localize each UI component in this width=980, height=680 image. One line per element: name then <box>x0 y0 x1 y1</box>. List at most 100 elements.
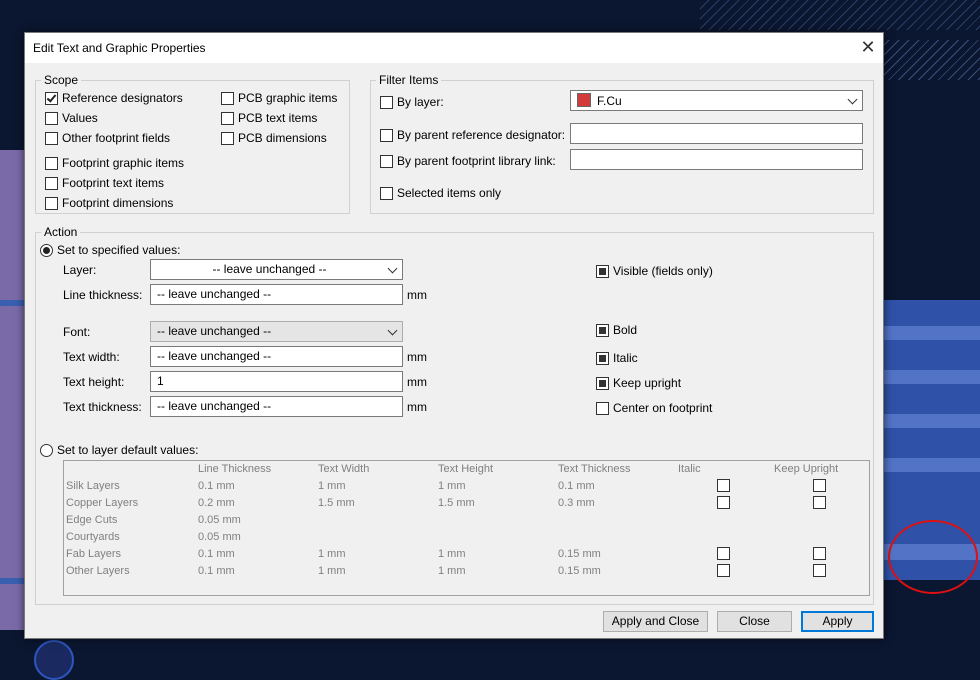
bold-checkbox[interactable]: Bold <box>596 323 637 337</box>
cell: 1 mm <box>318 565 346 577</box>
scope-pcb-graphic-items[interactable]: PCB graphic items <box>221 91 337 105</box>
filter-by-layer[interactable]: By layer: <box>380 95 444 109</box>
radio-button[interactable] <box>40 243 53 257</box>
row-name: Edge Cuts <box>66 514 118 526</box>
text-thickness-input[interactable]: -- leave unchanged -- <box>150 396 403 417</box>
italic-cell-checkbox[interactable] <box>717 479 730 492</box>
pcb-pad <box>884 458 980 472</box>
italic-checkbox[interactable]: Italic <box>596 351 638 365</box>
checkbox[interactable] <box>221 91 234 105</box>
pcb-board-area <box>0 150 24 630</box>
filter-by-parent-ref[interactable]: By parent reference designator: <box>380 128 565 142</box>
cell: 0.1 mm <box>198 548 235 560</box>
checkbox[interactable] <box>221 111 234 125</box>
set-defaults-radio[interactable]: Set to layer default values: <box>40 443 198 457</box>
action-label: Action <box>41 225 81 239</box>
checkbox-label: Bold <box>613 323 638 337</box>
scope-footprint-graphic-items[interactable]: Footprint graphic items <box>45 156 184 170</box>
checkbox[interactable] <box>596 401 609 415</box>
center-on-footprint-checkbox[interactable]: Center on footprint <box>596 401 712 415</box>
column-header: Text Height <box>438 463 494 475</box>
checkbox-label: By layer: <box>397 95 444 109</box>
cell: 1 mm <box>438 548 466 560</box>
checkbox-label: PCB dimensions <box>238 131 327 145</box>
italic-cell-checkbox[interactable] <box>717 496 730 509</box>
checkbox-label: Other footprint fields <box>62 131 171 145</box>
visible-checkbox[interactable]: Visible (fields only) <box>596 264 713 278</box>
text-width-input[interactable]: -- leave unchanged -- <box>150 346 403 367</box>
pcb-via <box>34 640 74 680</box>
checkbox[interactable] <box>45 91 58 105</box>
apply-button[interactable]: Apply <box>801 611 874 632</box>
checkbox-label: Center on footprint <box>613 401 713 415</box>
radio-label: Set to specified values: <box>57 243 181 257</box>
checkbox[interactable] <box>596 376 609 390</box>
keep-upright-checkbox[interactable]: Keep upright <box>596 376 681 390</box>
checkbox[interactable] <box>380 95 393 109</box>
apply-and-close-button[interactable]: Apply and Close <box>603 611 708 632</box>
cell: 1.5 mm <box>318 497 355 509</box>
checkbox-label: Keep upright <box>613 376 682 390</box>
layer-select[interactable]: -- leave unchanged -- <box>150 259 403 280</box>
checkbox[interactable] <box>45 176 58 190</box>
cell: 0.3 mm <box>558 497 595 509</box>
text-height-label: Text height: <box>63 375 125 389</box>
cell: 0.15 mm <box>558 565 601 577</box>
set-specified-radio[interactable]: Set to specified values: <box>40 243 180 257</box>
filter-selected-only[interactable]: Selected items only <box>380 186 501 200</box>
checkbox[interactable] <box>45 196 58 210</box>
checkbox-label: By parent footprint library link: <box>397 154 556 168</box>
scope-other-footprint-fields[interactable]: Other footprint fields <box>45 131 170 145</box>
checkbox-label: Selected items only <box>397 186 502 200</box>
text-height-input[interactable]: 1 <box>150 371 403 392</box>
scope-reference-designators[interactable]: Reference designators <box>45 91 183 105</box>
scope-values[interactable]: Values <box>45 111 98 125</box>
filter-layer-select[interactable]: F.Cu <box>570 90 863 111</box>
checkbox[interactable] <box>380 128 393 142</box>
cell: 1 mm <box>318 548 346 560</box>
upright-cell-checkbox[interactable] <box>813 564 826 577</box>
upright-cell-checkbox[interactable] <box>813 479 826 492</box>
scope-footprint-text-items[interactable]: Footprint text items <box>45 176 164 190</box>
scope-pcb-text-items[interactable]: PCB text items <box>221 111 317 125</box>
scope-label: Scope <box>41 73 82 87</box>
line-thickness-input[interactable]: -- leave unchanged -- <box>150 284 403 305</box>
checkbox[interactable] <box>596 264 609 278</box>
pcb-background-hatch <box>880 40 980 80</box>
scope-footprint-dimensions[interactable]: Footprint dimensions <box>45 196 173 210</box>
edit-text-graphic-dialog: Edit Text and Graphic Properties ✕ Scope… <box>24 32 884 639</box>
text-thickness-label: Text thickness: <box>63 400 142 414</box>
cell: 0.2 mm <box>198 497 235 509</box>
italic-cell-checkbox[interactable] <box>717 547 730 560</box>
parent-lib-input[interactable] <box>570 149 863 170</box>
row-name: Copper Layers <box>66 497 139 509</box>
radio-button[interactable] <box>40 443 53 457</box>
checkbox[interactable] <box>596 351 609 365</box>
font-select[interactable]: -- leave unchanged -- <box>150 321 403 342</box>
italic-cell-checkbox[interactable] <box>717 564 730 577</box>
upright-cell-checkbox[interactable] <box>813 496 826 509</box>
close-icon[interactable]: ✕ <box>853 33 883 63</box>
chevron-down-icon <box>847 94 858 105</box>
checkbox[interactable] <box>45 131 58 145</box>
select-value: F.Cu <box>597 94 622 108</box>
close-button[interactable]: Close <box>717 611 792 632</box>
parent-ref-input[interactable] <box>570 123 863 144</box>
checkbox[interactable] <box>45 111 58 125</box>
checkbox[interactable] <box>380 186 393 200</box>
column-header: Text Thickness <box>558 463 631 475</box>
cell: 0.1 mm <box>198 480 235 492</box>
filter-by-parent-lib[interactable]: By parent footprint library link: <box>380 154 556 168</box>
checkbox[interactable] <box>221 131 234 145</box>
checkbox-label: Footprint text items <box>62 176 165 190</box>
row-name: Silk Layers <box>66 480 120 492</box>
scope-pcb-dimensions[interactable]: PCB dimensions <box>221 131 327 145</box>
checkbox[interactable] <box>45 156 58 170</box>
select-value: -- leave unchanged -- <box>157 324 272 338</box>
row-name: Courtyards <box>66 531 120 543</box>
checkbox[interactable] <box>380 154 393 168</box>
checkbox[interactable] <box>596 323 609 337</box>
upright-cell-checkbox[interactable] <box>813 547 826 560</box>
cell: 1.5 mm <box>438 497 475 509</box>
unit-label: mm <box>407 288 427 302</box>
